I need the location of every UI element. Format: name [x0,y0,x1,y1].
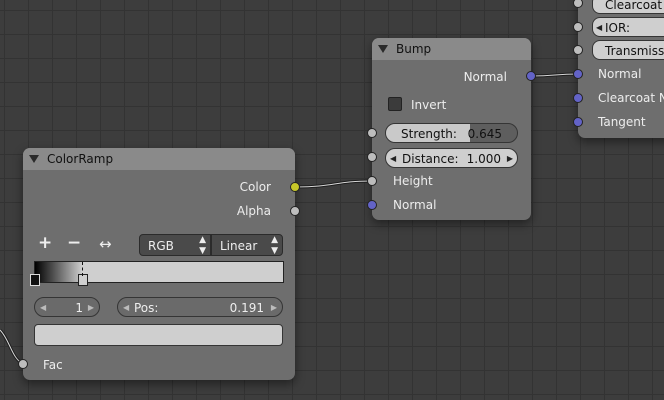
bump-output-normal-socket[interactable] [526,71,536,81]
distance-value: 1.000 [466,152,501,166]
stop-index-field[interactable]: ◀ 1 ▶ [34,297,100,317]
color-stop-0[interactable] [30,274,40,286]
principled-tangent-socket[interactable] [573,117,583,127]
ior-label: IOR: [605,21,630,35]
color-stop-1[interactable] [78,274,88,286]
pos-label: Pos: [134,301,159,315]
stop-index-value: 1 [75,301,83,315]
color-mode-updown-icon: ▲ ▼ [199,235,206,256]
bump-input-normal-socket[interactable] [367,200,377,210]
strength-slider[interactable]: Strength: 0.645 [385,123,518,143]
bump-title: Bump [396,42,432,56]
distance-label: Distance: [402,152,459,166]
interpolation-value: Linear [220,239,258,253]
bump-output-normal-label: Normal [463,70,507,84]
clearcoat-label: Clearcoat I [605,0,664,12]
distance-decrement-icon[interactable]: ◀ [390,149,396,169]
bump-node[interactable]: Bump Normal Invert Strength: 0.645 ◀ Dis… [372,38,531,220]
transmission-label: Transmissi [605,44,664,58]
ior-field[interactable]: ◀ IOR: [592,17,664,37]
add-stop-icon[interactable]: + [38,233,52,253]
link-bump-normal-to-principled-normal [531,72,579,78]
principled-clearcoat-normal-socket[interactable] [573,93,583,103]
colorramp-title: ColorRamp [47,152,114,166]
invert-checkbox[interactable] [388,97,402,111]
colorramp-fac-label: Fac [43,358,63,372]
colorramp-color-socket[interactable] [290,182,300,192]
active-stop-marker [82,262,83,276]
stop-index-increment-icon[interactable]: ▶ [88,298,94,318]
interpolation-updown-icon: ▲ ▼ [271,235,278,256]
pos-decrement-icon[interactable]: ◀ [123,298,129,318]
principled-normal-socket[interactable] [573,69,583,79]
colorramp-node-header[interactable]: ColorRamp [23,148,295,170]
collapse-triangle-icon[interactable] [378,44,388,53]
collapse-triangle-icon[interactable] [29,154,39,163]
color-ramp-gradient[interactable] [34,261,284,283]
colorramp-alpha-socket[interactable] [290,206,300,216]
strength-label: Strength: [401,127,457,141]
color-mode-select[interactable]: RGB ▲ ▼ [139,234,211,256]
colorramp-alpha-label: Alpha [236,204,271,218]
principled-transmission-socket[interactable] [573,45,583,55]
flip-ramp-icon[interactable]: ↔ [99,235,112,253]
bump-node-header[interactable]: Bump [372,38,531,60]
colorramp-node[interactable]: ColorRamp Color Alpha + − ↔ RGB ▲ ▼ Linea… [23,148,295,380]
stop-position-field[interactable]: ◀ Pos: 0.191 ▶ [117,297,283,317]
distance-field[interactable]: ◀ Distance: 1.000 ▶ [385,148,518,168]
bump-height-label: Height [393,174,433,188]
bump-strength-socket[interactable] [367,128,377,138]
distance-increment-icon[interactable]: ▶ [507,149,513,169]
ior-decrement-icon[interactable]: ◀ [596,18,602,38]
strength-value: 0.645 [467,127,502,141]
invert-label: Invert [411,98,447,112]
interpolation-select[interactable]: Linear ▲ ▼ [211,234,283,256]
bump-distance-socket[interactable] [367,152,377,162]
principled-clearcoat-normal-label: Clearcoat No [598,91,664,105]
colorramp-fac-socket[interactable] [18,359,28,369]
bump-height-socket[interactable] [367,176,377,186]
colorramp-color-label: Color [239,180,271,194]
pos-value: 0.191 [229,301,264,315]
remove-stop-icon[interactable]: − [67,233,81,253]
principled-normal-label: Normal [598,67,642,81]
pos-increment-icon[interactable]: ▶ [271,298,277,318]
color-mode-value: RGB [148,239,174,253]
principled-ior-socket[interactable] [573,22,583,32]
bump-input-normal-label: Normal [393,198,437,212]
link-ramp-color-to-bump-height [294,179,373,189]
clearcoat-ior-field[interactable]: Clearcoat I [592,0,664,14]
principled-bsdf-node[interactable]: Clearcoat I ◀ IOR: Transmissi Normal Cle… [578,0,664,138]
stop-index-decrement-icon[interactable]: ◀ [40,298,46,318]
transmission-field[interactable]: Transmissi [592,40,664,60]
principled-tangent-label: Tangent [598,115,646,129]
stop-color-swatch[interactable] [34,324,283,346]
